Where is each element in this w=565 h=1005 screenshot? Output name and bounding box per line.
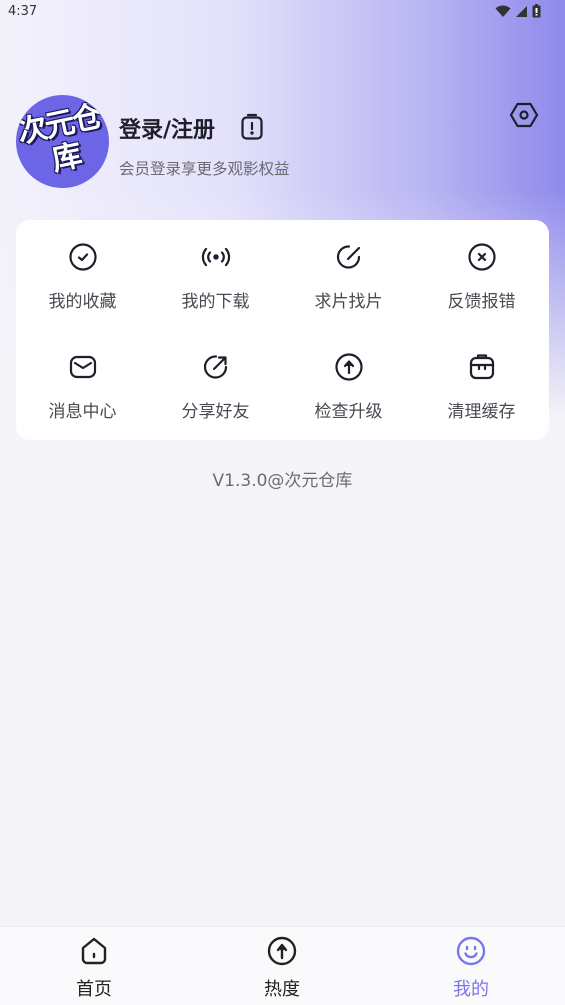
- status-bar: 4:37: [0, 0, 565, 24]
- menu-item-downloads[interactable]: 我的下载: [149, 220, 282, 320]
- check-circle-icon: [68, 242, 98, 272]
- status-time: 4:37: [8, 4, 38, 19]
- nav-label: 首页: [76, 979, 112, 1000]
- menu-item-upgrade[interactable]: 检查升级: [282, 330, 415, 430]
- menu-card: 我的收藏 我的下载 求片找片 反馈报错 消息中心 分享好友 检查升级 清理缓存: [16, 220, 549, 440]
- nav-label: 我的: [453, 979, 489, 1000]
- hot-icon: [266, 935, 298, 967]
- mail-icon: [68, 352, 98, 382]
- profile-section: 次元仓库 登录/注册 会员登录享更多观影权益: [16, 95, 549, 190]
- battery-icon: [532, 4, 541, 18]
- login-subtitle: 会员登录享更多观影权益: [119, 160, 290, 178]
- home-icon: [78, 935, 110, 967]
- signal-icon: [515, 5, 528, 18]
- smile-icon: [455, 935, 487, 967]
- menu-item-feedback[interactable]: 反馈报错: [415, 220, 548, 320]
- menu-item-request[interactable]: 求片找片: [282, 220, 415, 320]
- bottom-nav: 首页 热度 我的: [0, 926, 565, 1005]
- menu-label: 分享好友: [181, 402, 250, 422]
- menu-label: 反馈报错: [447, 292, 516, 312]
- menu-item-messages[interactable]: 消息中心: [16, 330, 149, 430]
- menu-label: 我的下载: [181, 292, 250, 312]
- vip-badge-icon: [240, 113, 264, 145]
- trash-icon: [467, 352, 497, 382]
- login-register-link[interactable]: 登录/注册: [119, 112, 215, 144]
- close-circle-icon: [467, 242, 497, 272]
- wifi-icon: [495, 5, 511, 18]
- nav-tab-home[interactable]: 首页: [0, 927, 188, 1005]
- version-text: V1.3.0@次元仓库: [212, 471, 353, 491]
- upgrade-icon: [334, 352, 364, 382]
- menu-label: 我的收藏: [48, 292, 117, 312]
- edit-icon: [334, 242, 364, 272]
- avatar-logo-text: 次元仓库: [16, 98, 104, 178]
- share-icon: [201, 352, 231, 382]
- menu-item-share[interactable]: 分享好友: [149, 330, 282, 430]
- menu-label: 检查升级: [314, 402, 383, 422]
- avatar[interactable]: 次元仓库: [16, 95, 109, 188]
- status-icons: [495, 4, 541, 18]
- nav-tab-mine[interactable]: 我的: [377, 927, 565, 1005]
- menu-item-clear-cache[interactable]: 清理缓存: [415, 330, 548, 430]
- menu-label: 求片找片: [314, 292, 383, 312]
- nav-label: 热度: [264, 979, 300, 1000]
- nav-tab-hot[interactable]: 热度: [188, 927, 376, 1005]
- menu-label: 消息中心: [48, 402, 117, 422]
- settings-icon[interactable]: [509, 100, 539, 134]
- menu-label: 清理缓存: [447, 402, 516, 422]
- menu-item-favorites[interactable]: 我的收藏: [16, 220, 149, 320]
- broadcast-icon: [201, 242, 231, 272]
